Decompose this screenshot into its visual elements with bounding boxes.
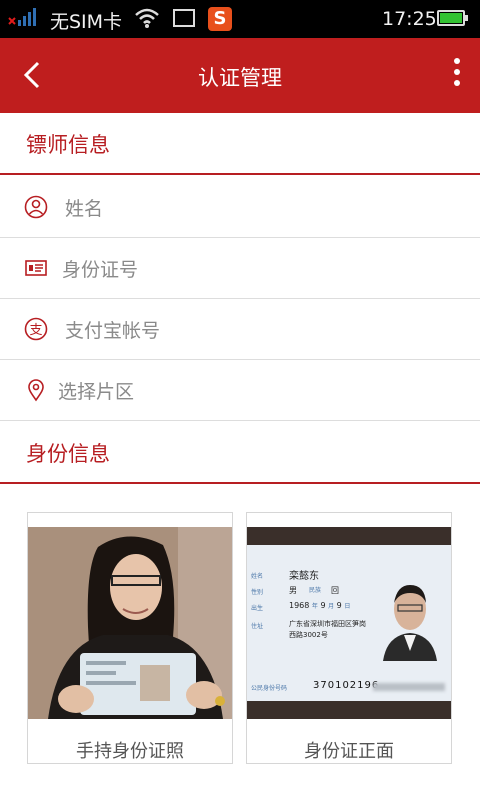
id-front-photo-card[interactable]: 姓名 性别 出生 住址 栾懿东 男 民族 回 1968 年 9 月 9 日 广东…	[246, 512, 452, 764]
id-birth-month: 9	[320, 601, 326, 610]
id-label-sex: 性别	[251, 589, 264, 596]
id-card-icon	[25, 260, 47, 276]
app-header: 认证管理	[0, 38, 480, 113]
name-placeholder: 姓名	[65, 198, 104, 220]
id-birth-year: 1968	[289, 601, 310, 610]
id-portrait	[375, 573, 445, 661]
svg-text:支: 支	[29, 323, 42, 338]
page-title: 认证管理	[198, 66, 282, 90]
person-icon	[24, 195, 48, 219]
section-title: 身份信息	[26, 442, 110, 466]
alipay-icon: 支	[24, 317, 48, 341]
id-address-line1: 广东省深圳市福田区笋岗	[289, 620, 366, 628]
section-escort-info: 镖师信息	[0, 113, 480, 175]
alipay-placeholder: 支付宝帐号	[65, 320, 161, 342]
id-name: 栾懿东	[289, 571, 319, 582]
select-area-field[interactable]: 选择片区	[0, 360, 480, 421]
more-vertical-icon[interactable]	[452, 58, 462, 92]
id-front-photo[interactable]: 姓名 性别 出生 住址 栾懿东 男 民族 回 1968 年 9 月 9 日 广东…	[247, 527, 451, 719]
clock: 17:25	[382, 8, 437, 30]
id-label-number: 公民身份号码	[251, 685, 288, 692]
id-sex: 男	[289, 586, 297, 595]
battery-icon	[437, 10, 468, 26]
id-label-birth: 出生	[251, 605, 264, 612]
id-number-redacted	[373, 683, 445, 691]
id-birth-day: 9	[336, 601, 342, 610]
alipay-account-field[interactable]: 支 支付宝帐号	[0, 299, 480, 360]
location-pin-icon	[28, 379, 44, 402]
handheld-id-photo[interactable]	[28, 527, 232, 719]
wifi-icon	[135, 8, 159, 28]
image-notification-icon	[173, 9, 195, 27]
id-address-line2: 西路3002号	[289, 631, 328, 639]
id-ethnicity: 回	[331, 586, 339, 595]
id-number-placeholder: 身份证号	[62, 259, 139, 281]
id-label-name: 姓名	[251, 573, 264, 580]
id-number: 370102196	[313, 680, 380, 691]
sogou-app-icon: S	[208, 7, 232, 31]
no-signal-icon	[8, 8, 36, 26]
section-title: 镖师信息	[26, 133, 110, 157]
card-caption: 手持身份证照	[76, 741, 184, 762]
id-number-field[interactable]: 身份证号	[0, 238, 480, 299]
name-field[interactable]: 姓名	[0, 177, 480, 238]
card-caption: 身份证正面	[304, 741, 394, 762]
section-identity-info: 身份信息	[0, 422, 480, 484]
handheld-id-photo-card[interactable]: 手持身份证照	[27, 512, 233, 764]
carrier-label: 无SIM卡	[50, 11, 123, 33]
area-placeholder: 选择片区	[58, 381, 135, 403]
status-bar: 无SIM卡 S 17:25	[0, 0, 480, 38]
id-label-ethnicity: 民族	[309, 587, 322, 594]
id-label-address: 住址	[251, 623, 264, 630]
